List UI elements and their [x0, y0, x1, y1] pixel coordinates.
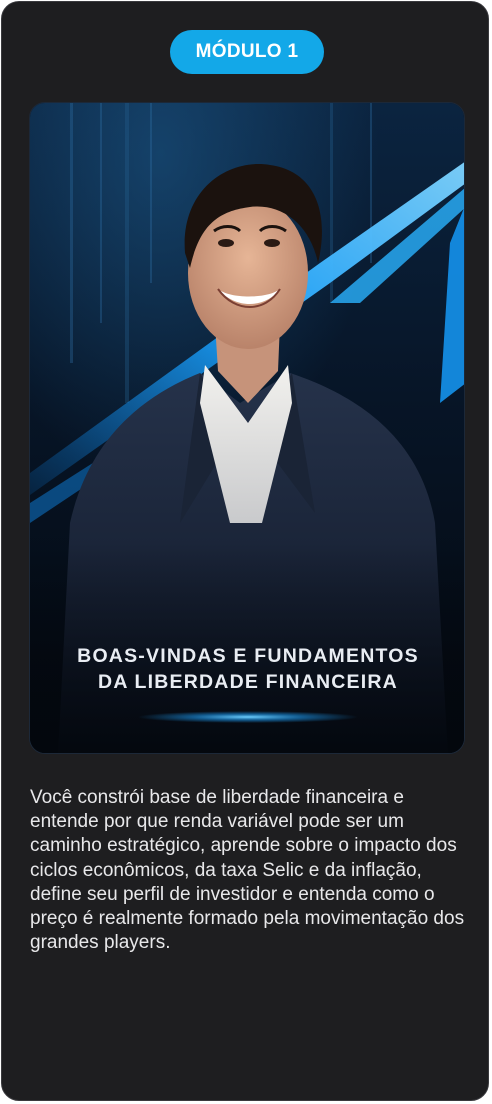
module-badge: MÓDULO 1	[170, 30, 324, 74]
module-card[interactable]: MÓDULO 1 BOAS-VINDAS E FUNDAMENTOS DA LI…	[1, 1, 489, 1101]
cover-title-line-2: DA LIBERDADE FINANCEIRA	[98, 671, 398, 693]
cover-title: BOAS-VINDAS E FUNDAMENTOS DA LIBERDADE F…	[30, 643, 464, 695]
module-description: Você constrói base de liberdade financei…	[30, 787, 465, 954]
module-cover-image: BOAS-VINDAS E FUNDAMENTOS DA LIBERDADE F…	[29, 102, 465, 754]
cover-title-line-1: BOAS-VINDAS E FUNDAMENTOS	[77, 645, 419, 667]
